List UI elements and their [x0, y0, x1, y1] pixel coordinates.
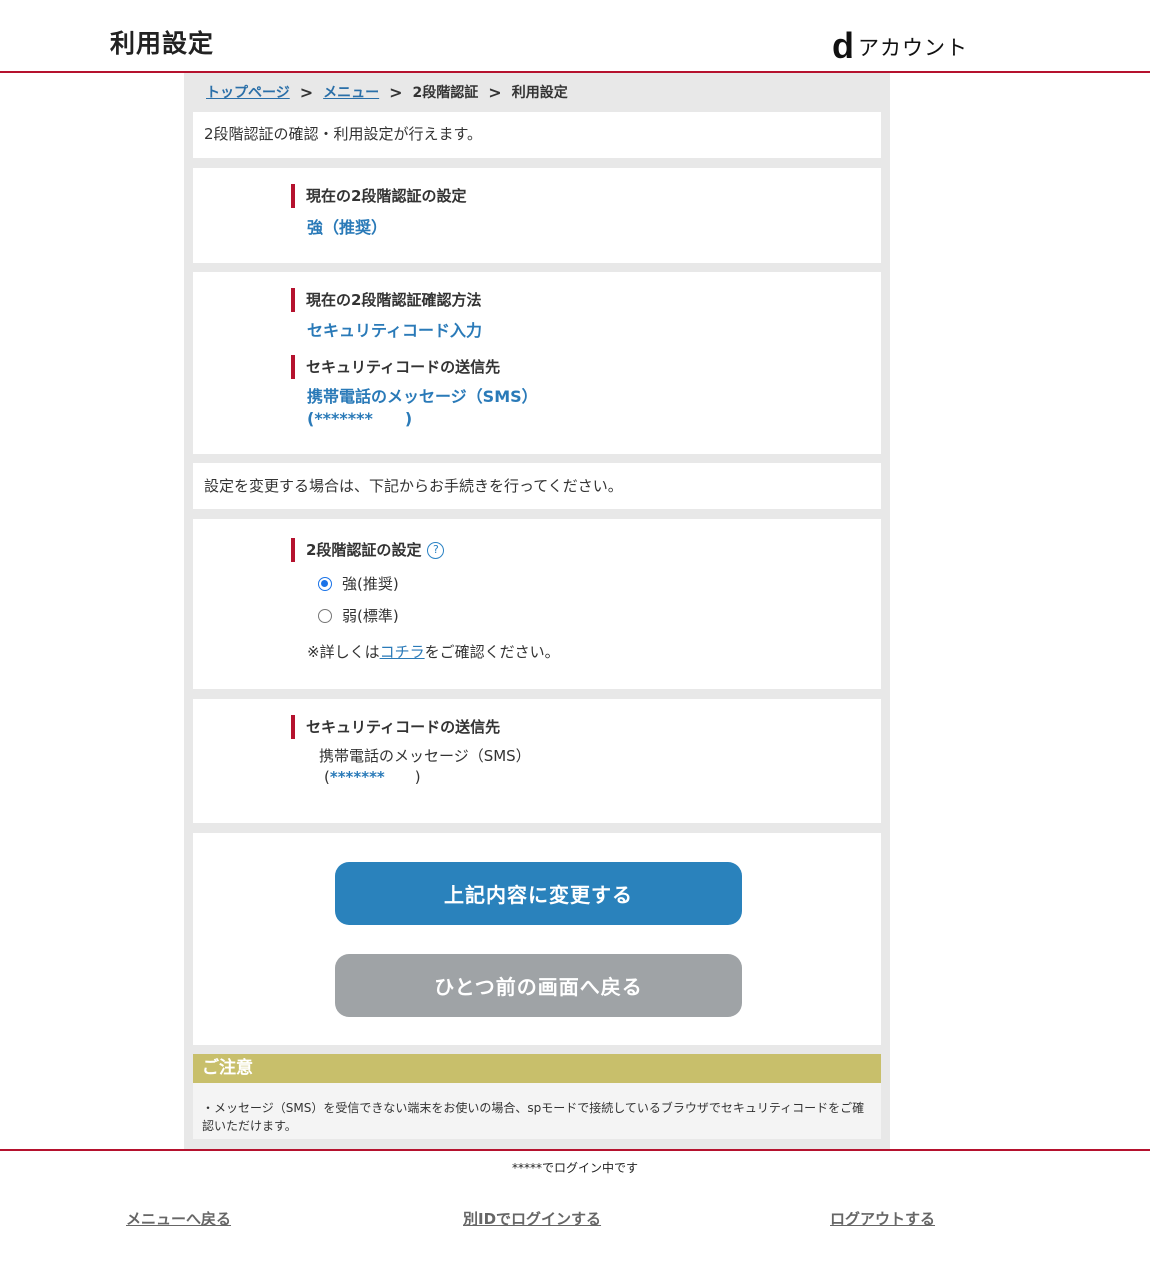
destination-form-card: セキュリティコードの送信先 携帯電話のメッセージ（SMS） (******* ): [193, 699, 881, 823]
change-intro-text: 設定を変更する場合は、下記からお手続きを行ってください。: [204, 477, 623, 495]
breadcrumb-separator: >: [488, 82, 502, 102]
current-setting-value: 強（推奨）: [307, 218, 388, 237]
back-button[interactable]: ひとつ前の画面へ戻る: [335, 954, 742, 1017]
details-note-prefix: ※詳しくは: [307, 643, 380, 661]
breadcrumb-current: 利用設定: [511, 85, 568, 101]
current-destination-number: (******* ): [307, 409, 413, 428]
breadcrumb-two-step-auth: 2段階認証: [412, 85, 479, 101]
radio-strong[interactable]: 強(推奨): [318, 573, 399, 594]
current-method-heading: 現在の2段階認証確認方法: [291, 288, 481, 312]
destination-form-heading: セキュリティコードの送信先: [291, 715, 500, 739]
caution-heading: ご注意: [193, 1054, 881, 1083]
login-status: *****でログイン中です: [511, 1161, 638, 1175]
details-note-suffix: をご確認ください。: [424, 643, 560, 661]
intro-card: 2段階認証の確認・利用設定が行えます。: [193, 112, 881, 158]
breadcrumb-separator: >: [389, 82, 403, 102]
destination-form-number: (******* ): [324, 766, 421, 787]
radio-weak-button[interactable]: [318, 608, 332, 623]
intro-text: 2段階認証の確認・利用設定が行えます。: [204, 125, 483, 143]
radio-strong-label: 強(推奨): [342, 575, 399, 593]
change-intro-card: 設定を変更する場合は、下記からお手続きを行ってください。: [193, 463, 881, 509]
radio-weak[interactable]: 弱(標準): [318, 605, 399, 626]
login-other-id-link[interactable]: 別IDでログインする: [463, 1208, 601, 1229]
submit-change-button[interactable]: 上記内容に変更する: [335, 862, 742, 925]
breadcrumb-separator: >: [299, 82, 314, 102]
setting-form-heading-text: 2段階認証の設定: [306, 541, 422, 559]
footer-divider: [0, 1149, 1150, 1151]
logo-d-mark: d: [832, 25, 854, 66]
radio-weak-label: 弱(標準): [342, 607, 399, 625]
radio-strong-button[interactable]: [318, 576, 332, 591]
page-header: 利用設定 d アカウント: [0, 0, 1150, 73]
breadcrumb-top-page[interactable]: トップページ: [206, 82, 290, 102]
setting-form-card: 2段階認証の設定 ? 強(推奨) 弱(標準) ※詳しくはコチラをご確認ください。: [193, 519, 881, 689]
details-link[interactable]: コチラ: [380, 643, 425, 661]
breadcrumb-menu[interactable]: メニュー: [323, 82, 379, 102]
current-method-card: 現在の2段階認証確認方法 セキュリティコード入力 セキュリティコードの送信先 携…: [193, 272, 881, 454]
current-destination-value: 携帯電話のメッセージ（SMS）: [307, 387, 538, 406]
caution-text: ・メッセージ（SMS）を受信できない端末をお使いの場合、spモードで接続している…: [193, 1083, 881, 1139]
destination-form-value: 携帯電話のメッセージ（SMS）: [319, 747, 531, 765]
current-destination-heading: セキュリティコードの送信先: [291, 355, 500, 379]
main-content: トップページ > メニュー > 2段階認証 > 利用設定 2段階認証の確認・利用…: [184, 73, 890, 1149]
button-card: 上記内容に変更する ひとつ前の画面へ戻る: [193, 833, 881, 1045]
destination-number-close: ): [384, 768, 421, 786]
destination-number-stars: *******: [329, 768, 385, 786]
current-setting-heading: 現在の2段階認証の設定: [291, 184, 466, 208]
back-to-menu-link[interactable]: メニューへ戻る: [126, 1208, 231, 1229]
logo-text: アカウント: [858, 36, 968, 60]
breadcrumb: トップページ > メニュー > 2段階認証 > 利用設定: [206, 82, 568, 102]
setting-form-heading: 2段階認証の設定 ?: [291, 538, 445, 562]
help-icon[interactable]: ?: [427, 541, 445, 559]
current-method-value: セキュリティコード入力: [307, 321, 483, 340]
details-note: ※詳しくはコチラをご確認ください。: [307, 641, 560, 662]
d-account-logo: d アカウント: [832, 25, 968, 66]
page-title: 利用設定: [110, 29, 215, 58]
logout-link[interactable]: ログアウトする: [830, 1208, 935, 1229]
current-setting-card: 現在の2段階認証の設定 強（推奨）: [193, 168, 881, 263]
